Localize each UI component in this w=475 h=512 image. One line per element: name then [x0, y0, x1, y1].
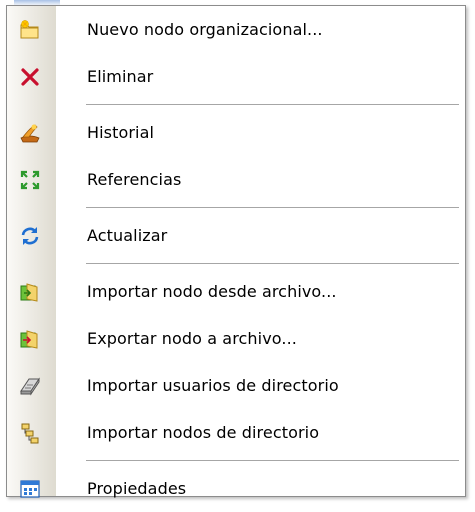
menu-item-label: Importar usuarios de directorio: [87, 376, 339, 395]
context-menu: Nuevo nodo organizacional... Eliminar Hi…: [6, 5, 466, 498]
refresh-icon: [19, 225, 41, 247]
history-icon: [19, 122, 41, 144]
delete-icon: [19, 66, 41, 88]
export-node-icon: [19, 328, 41, 350]
properties-icon: [19, 478, 41, 500]
menu-item-label: Eliminar: [87, 67, 154, 86]
menu-item-refresh[interactable]: Actualizar: [7, 212, 465, 259]
menu-separator: [7, 100, 465, 109]
menu-item-import-nodes-directory[interactable]: Importar nodos de directorio: [7, 409, 465, 456]
menu-separator: [7, 203, 465, 212]
references-icon: [19, 169, 41, 191]
menu-item-label: Propiedades: [87, 479, 187, 498]
menu-item-properties[interactable]: Propiedades: [7, 465, 465, 512]
menu-item-label: Historial: [87, 123, 155, 142]
menu-item-label: Nuevo nodo organizacional...: [87, 20, 323, 39]
menu-separator: [7, 259, 465, 268]
menu-item-label: Exportar nodo a archivo...: [87, 329, 297, 348]
menu-item-label: Importar nodo desde archivo...: [87, 282, 337, 301]
menu-item-export-node-file[interactable]: Exportar nodo a archivo...: [7, 315, 465, 362]
menu-item-delete[interactable]: Eliminar: [7, 53, 465, 100]
menu-separator: [7, 456, 465, 465]
import-nodes-icon: [19, 422, 41, 444]
menu-item-import-node-file[interactable]: Importar nodo desde archivo...: [7, 268, 465, 315]
menu-item-label: Referencias: [87, 170, 182, 189]
menu-item-label: Importar nodos de directorio: [87, 423, 320, 442]
menu-item-import-users-directory[interactable]: Importar usuarios de directorio: [7, 362, 465, 409]
import-node-icon: [19, 281, 41, 303]
menu-item-new-org-node[interactable]: Nuevo nodo organizacional...: [7, 6, 465, 53]
menu-item-label: Actualizar: [87, 226, 168, 245]
import-users-icon: [19, 375, 41, 397]
menu-item-history[interactable]: Historial: [7, 109, 465, 156]
menu-item-references[interactable]: Referencias: [7, 156, 465, 203]
new-folder-icon: [19, 19, 41, 41]
